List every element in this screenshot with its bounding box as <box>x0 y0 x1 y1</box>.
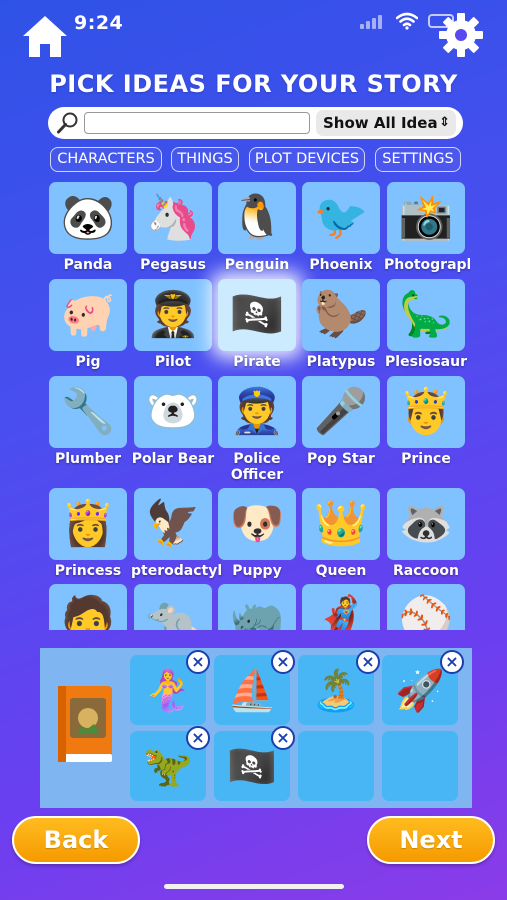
selected-slot-7[interactable] <box>298 731 374 801</box>
queen-icon: 👑 <box>302 488 380 560</box>
remove-icon[interactable]: × <box>440 650 464 674</box>
pilot-icon: 🧑‍✈️ <box>134 279 212 351</box>
police-officer-icon: 👮 <box>218 376 296 448</box>
idea-label: Penguin <box>224 257 290 273</box>
status-time: 9:24 <box>74 12 124 34</box>
pirate-icon: 🏴‍☠️ <box>218 279 296 351</box>
plesiosaur-icon: 🦕 <box>387 279 465 351</box>
idea-phoenix[interactable]: 🐦 Phoenix <box>299 182 383 273</box>
next-button[interactable]: Next <box>367 816 495 864</box>
idea-partial-5[interactable]: ⚾ <box>384 584 468 630</box>
idea-pegasus[interactable]: 🦄 Pegasus <box>131 182 215 273</box>
idea-label: Police Officer <box>230 451 284 483</box>
idea-plesiosaur[interactable]: 🦕 Plesiosaur <box>384 279 468 370</box>
baseball-icon: ⚾ <box>387 584 465 630</box>
remove-icon[interactable]: × <box>271 726 295 750</box>
tab-settings[interactable]: SETTINGS <box>375 147 461 172</box>
idea-penguin[interactable]: 🐧 Penguin <box>215 182 299 273</box>
gear-icon[interactable] <box>436 10 486 60</box>
idea-pop-star[interactable]: 🎤 Pop Star <box>299 376 383 467</box>
remove-icon[interactable]: × <box>356 650 380 674</box>
tab-things[interactable]: THINGS <box>171 147 239 172</box>
idea-partial-2[interactable]: 🐀 <box>131 584 215 630</box>
idea-pterodactyl[interactable]: 🦅 pterodactyl <box>131 488 223 579</box>
puppy-icon: 🐶 <box>218 488 296 560</box>
superhero-icon: 🦸 <box>302 584 380 630</box>
wifi-icon <box>396 12 418 30</box>
idea-panda[interactable]: 🐼 Panda <box>46 182 130 273</box>
selected-slot-8[interactable] <box>382 731 458 801</box>
idea-label: Queen <box>315 563 367 579</box>
princess-icon: 👸 <box>49 488 127 560</box>
storybook-icon[interactable] <box>56 684 114 764</box>
rat-icon: 🐀 <box>134 584 212 630</box>
idea-platypus[interactable]: 🦫 Platypus <box>299 279 383 370</box>
pegasus-icon: 🦄 <box>134 182 212 254</box>
filter-dropdown[interactable]: Show All Idea ⇕ <box>316 110 456 136</box>
polar-bear-icon: 🐻‍❄️ <box>134 376 212 448</box>
idea-partial-1[interactable]: 🧑 <box>46 584 130 630</box>
cellular-signal-icon <box>360 15 384 29</box>
penguin-icon: 🐧 <box>218 182 296 254</box>
raccoon-icon: 🦝 <box>387 488 465 560</box>
idea-label: Raccoon <box>392 563 460 579</box>
remove-icon[interactable]: × <box>271 650 295 674</box>
idea-queen[interactable]: 👑 Queen <box>299 488 383 579</box>
idea-pirate[interactable]: 🏴‍☠️ Pirate <box>215 279 299 370</box>
page-title: PICK IDEAS FOR YOUR STORY <box>49 70 458 98</box>
idea-label: Polar Bear <box>131 451 215 467</box>
idea-partial-3[interactable]: 🦏 <box>215 584 299 630</box>
pterodactyl-icon: 🦅 <box>134 488 212 560</box>
idea-label: Platypus <box>306 354 376 370</box>
rhino-icon: 🦏 <box>218 584 296 630</box>
idea-label: Plumber <box>54 451 122 467</box>
idea-label: Puppy <box>232 563 282 579</box>
idea-pilot[interactable]: 🧑‍✈️ Pilot <box>131 279 215 370</box>
tab-characters[interactable]: CHARACTERS <box>50 147 162 172</box>
idea-plumber[interactable]: 🔧 Plumber <box>46 376 130 467</box>
phoenix-icon: 🐦 <box>302 182 380 254</box>
idea-prince[interactable]: 🤴 Prince <box>384 376 468 467</box>
home-indicator[interactable] <box>164 884 344 889</box>
idea-princess[interactable]: 👸 Princess <box>46 488 130 579</box>
idea-pig[interactable]: 🐖 Pig <box>46 279 130 370</box>
search-icon[interactable] <box>56 111 80 135</box>
remove-icon[interactable]: × <box>186 650 210 674</box>
search-input[interactable] <box>84 112 310 134</box>
idea-raccoon[interactable]: 🦝 Raccoon <box>384 488 468 579</box>
idea-polar-bear[interactable]: 🐻‍❄️ Polar Bear <box>131 376 215 467</box>
idea-grid: 🐼 Panda 🦄 Pegasus 🐧 Penguin 🐦 Phoenix 📸 Photo… <box>40 178 470 630</box>
idea-puppy[interactable]: 🐶 Puppy <box>215 488 299 579</box>
idea-label: Pop Star <box>307 451 375 467</box>
idea-label: Pig <box>75 354 101 370</box>
camera-icon: 📸 <box>387 182 465 254</box>
idea-label: Phoenix <box>309 257 373 273</box>
idea-label: Pirate <box>233 354 281 370</box>
idea-label: Prince <box>401 451 451 467</box>
idea-photograph[interactable]: 📸 Photograph <box>384 182 470 273</box>
idea-label: Panda <box>63 257 113 273</box>
idea-label: Pilot <box>154 354 192 370</box>
idea-label: Princess <box>54 563 122 579</box>
tab-plot-devices[interactable]: PLOT DEVICES <box>249 147 365 172</box>
idea-label: Plesiosaur <box>385 354 467 370</box>
idea-partial-4[interactable]: 🦸 <box>299 584 383 630</box>
panda-icon: 🐼 <box>49 182 127 254</box>
chevron-updown-icon: ⇕ <box>439 115 450 130</box>
prince-icon: 🤴 <box>387 376 465 448</box>
pig-icon: 🐖 <box>49 279 127 351</box>
pop-star-icon: 🎤 <box>302 376 380 448</box>
filter-dropdown-label: Show All Idea <box>323 114 438 132</box>
idea-label: pterodactyl <box>131 563 223 579</box>
person-icon: 🧑 <box>49 584 127 630</box>
back-button[interactable]: Back <box>12 816 140 864</box>
home-icon[interactable] <box>20 12 70 60</box>
plumber-icon: 🔧 <box>49 376 127 448</box>
platypus-icon: 🦫 <box>302 279 380 351</box>
idea-label: Photograph <box>384 257 470 273</box>
idea-label: Pegasus <box>140 257 206 273</box>
remove-icon[interactable]: × <box>186 726 210 750</box>
idea-police-officer[interactable]: 👮 Police Officer <box>215 376 299 483</box>
